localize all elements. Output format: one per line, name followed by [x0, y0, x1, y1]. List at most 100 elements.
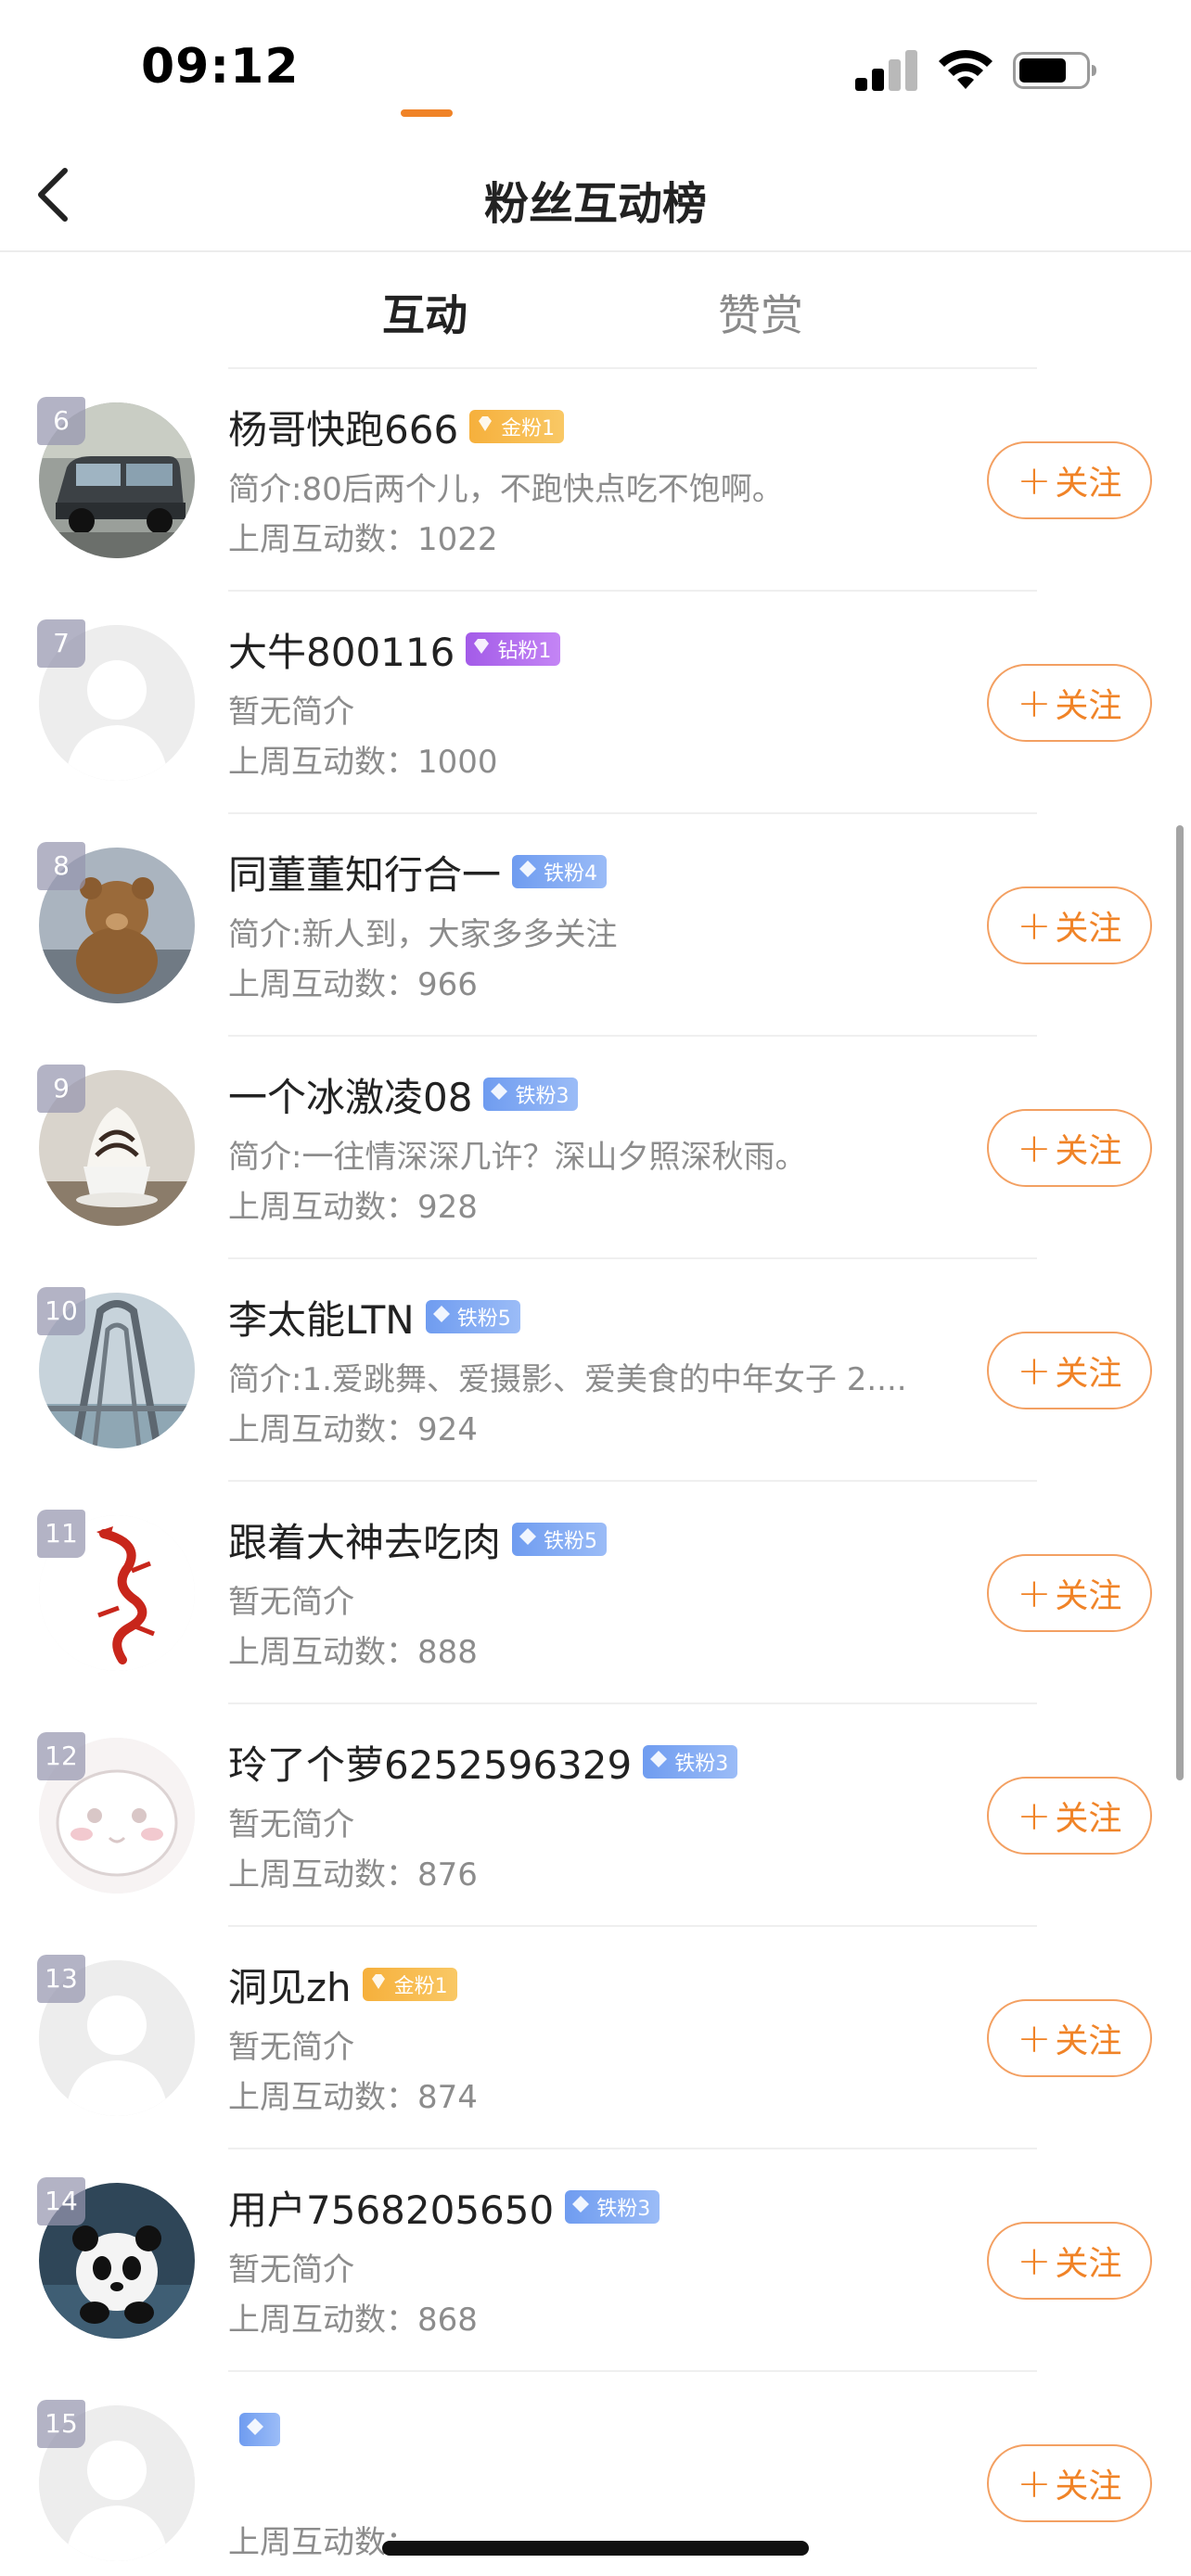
count-label: 上周互动数：: [228, 2079, 417, 2116]
fan-list-item[interactable]: 6 杨哥快跑666 金粉1 简介:80后两个儿，不跑快点吃不饱啊。 上周互动数：1022…: [0, 369, 1191, 592]
interaction-count: 上周互动数：1022: [228, 514, 498, 559]
rank-badge: 14: [37, 2177, 85, 2225]
scrollbar[interactable]: [1176, 825, 1184, 1780]
fan-level-label: 铁粉5: [456, 1307, 511, 1331]
follow-button[interactable]: + 关注: [987, 1109, 1152, 1187]
fan-list-item[interactable]: 9 一个冰激凌08 铁粉3 简介:一往情深深几许？深山夕照深秋雨。上周互动数：928 +…: [0, 1037, 1191, 1259]
iron-gem-icon: [518, 1526, 544, 1552]
diamond-gem-icon: [471, 636, 497, 662]
username[interactable]: 一个冰激凌08: [228, 1066, 472, 1123]
follow-button[interactable]: + 关注: [987, 2222, 1152, 2300]
follow-button[interactable]: + 关注: [987, 441, 1152, 519]
rank-badge: 7: [37, 619, 85, 668]
username[interactable]: 玲了个萝6252596329: [228, 1734, 632, 1791]
plus-icon: +: [1017, 1569, 1052, 1617]
count-label: 上周互动数：: [228, 1856, 417, 1894]
fan-level-badge: 金粉1: [469, 410, 565, 443]
interaction-count: 上周互动数：874: [228, 2072, 478, 2117]
iron-gem-icon: [648, 1749, 674, 1775]
bio-text: 简介:一往情深深几许？深山夕照深秋雨。: [228, 1139, 807, 1176]
follow-label: 关注: [1055, 465, 1122, 503]
follow-button[interactable]: + 关注: [987, 886, 1152, 964]
page-title: 粉丝互动榜: [483, 178, 707, 230]
plus-icon: +: [1017, 1792, 1052, 1840]
count-value: 928: [417, 1189, 478, 1226]
follow-label: 关注: [1055, 2245, 1122, 2283]
fan-level-badge: 钻粉1: [466, 632, 561, 666]
follow-label: 关注: [1055, 1132, 1122, 1170]
plus-icon: +: [1017, 901, 1052, 950]
interaction-count: 上周互动数：868: [228, 2294, 478, 2340]
plus-icon: +: [1017, 2459, 1052, 2507]
fan-list-item[interactable]: 8 同董董知行合一 铁粉4 简介:新人到，大家多多关注 上周互动数：966 + 关注: [0, 814, 1191, 1037]
username[interactable]: 杨哥快跑666: [228, 399, 458, 455]
fan-level-badge: 铁粉4: [512, 855, 608, 888]
fan-list-item[interactable]: 14 用户7568205650 铁粉3 暂无简介上周互动数：868 + 关注: [0, 2149, 1191, 2372]
count-label: 上周互动数：: [228, 1634, 417, 1671]
fan-list[interactable]: 5一天到晚游泳的鱼000金粉1暂无简介上周互动数：1038+关注6杨哥快跑666…: [0, 365, 1191, 2576]
follow-button[interactable]: + 关注: [987, 1999, 1152, 2077]
fan-list-item[interactable]: 13 洞见zh 金粉1 暂无简介 上周互动数：874 + 关注: [0, 1927, 1191, 2149]
tab-interaction[interactable]: 互动: [382, 282, 467, 343]
fan-list-item[interactable]: 12 玲了个萝6252596329 铁粉3 暂无简介 上周互动数：876 + 关注: [0, 1704, 1191, 1927]
follow-label: 关注: [1055, 2468, 1122, 2506]
interaction-count: 上周互动数：888: [228, 1626, 478, 1672]
count-label: 上周互动数：: [228, 521, 417, 558]
rank-badge: 12: [37, 1732, 85, 1780]
iron-gem-icon: [245, 2417, 271, 2442]
fan-level-label: 金粉1: [393, 1975, 448, 1998]
fan-level-label: 铁粉5: [544, 1530, 598, 1553]
bio-text: 简介:新人到，大家多多关注: [228, 916, 618, 953]
name-line: 同董董知行合一 铁粉4: [228, 842, 608, 901]
follow-button[interactable]: + 关注: [987, 1777, 1152, 1855]
username[interactable]: 大牛800116: [228, 621, 455, 678]
name-line: 杨哥快跑666 金粉1: [228, 397, 565, 456]
count-value: 924: [417, 1411, 478, 1448]
follow-button[interactable]: + 关注: [987, 1332, 1152, 1409]
nav-bar: 粉丝互动榜: [0, 139, 1191, 252]
username[interactable]: 李太能LTN: [228, 1289, 415, 1345]
active-tab-indicator: [401, 109, 453, 117]
username[interactable]: 洞见zh: [228, 1957, 352, 2013]
fan-list-item[interactable]: 11 跟着大神去吃肉 铁粉5 暂无简介 上周互动数：888 + 关注: [0, 1482, 1191, 1704]
rank-badge: 6: [37, 397, 85, 445]
fan-level-badge: [239, 2413, 280, 2446]
follow-button[interactable]: + 关注: [987, 2444, 1152, 2522]
status-time: 09:12: [141, 39, 300, 95]
iron-gem-icon: [489, 1081, 515, 1107]
name-line: 用户7568205650 铁粉3: [228, 2177, 660, 2237]
home-indicator[interactable]: [382, 2541, 809, 2556]
iron-gem-icon: [431, 1304, 457, 1330]
username[interactable]: 跟着大神去吃肉: [228, 1511, 501, 1568]
fan-level-badge: 铁粉5: [425, 1300, 520, 1333]
status-bar: 09:12: [0, 0, 1191, 139]
tab-appreciation[interactable]: 赞赏: [718, 282, 803, 343]
follow-label: 关注: [1055, 1355, 1122, 1393]
battery-icon: [1013, 52, 1096, 89]
rank-badge: 15: [37, 2400, 85, 2448]
follow-button[interactable]: + 关注: [987, 1554, 1152, 1632]
rank-badge: 9: [37, 1065, 85, 1113]
username[interactable]: 用户7568205650: [228, 2179, 554, 2236]
interaction-count: 上周互动数：1000: [228, 736, 498, 782]
fan-level-badge: 铁粉3: [483, 1078, 579, 1111]
username[interactable]: 同董董知行合一: [228, 844, 501, 900]
bio-text: 暂无简介: [228, 2251, 354, 2289]
follow-label: 关注: [1055, 910, 1122, 948]
name-line: 大牛800116 钻粉1: [228, 619, 561, 679]
bio-text: 暂无简介: [228, 1806, 354, 1843]
name-line: 跟着大神去吃肉 铁粉5: [228, 1510, 608, 1569]
follow-button[interactable]: + 关注: [987, 664, 1152, 742]
plus-icon: +: [1017, 456, 1052, 504]
name-line: 一个冰激凌08 铁粉3: [228, 1065, 579, 1124]
fan-list-item[interactable]: 7 大牛800116 钻粉1 暂无简介 上周互动数：1000 + 关注: [0, 592, 1191, 814]
name-line: 玲了个萝6252596329 铁粉3: [228, 1732, 738, 1792]
rank-badge: 10: [37, 1287, 85, 1335]
count-value: 888: [417, 1634, 478, 1671]
count-value: 966: [417, 966, 478, 1003]
plus-icon: +: [1017, 2014, 1052, 2062]
interaction-count: 上周互动数：928: [228, 1181, 478, 1227]
follow-label: 关注: [1055, 1577, 1122, 1615]
gold-gem-icon: [475, 414, 501, 440]
fan-list-item[interactable]: 10 李太能LTN 铁粉5 简介:1.爱跳舞、爱摄影、爱美食的中年女子 2.... 上周…: [0, 1259, 1191, 1482]
